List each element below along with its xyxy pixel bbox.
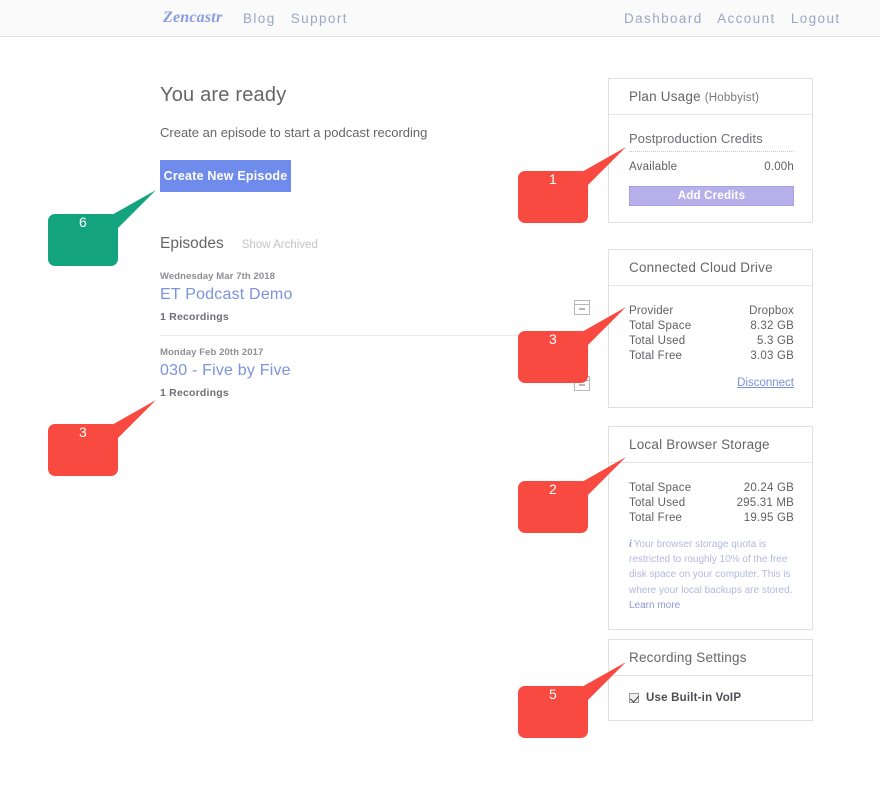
page-subtitle: Create an episode to start a podcast rec… <box>160 125 428 140</box>
callout-number: 5 <box>548 686 558 702</box>
callout-marker-3-cloud: 3 <box>518 305 626 383</box>
local-total-used-value: 295.31 MB <box>736 497 794 509</box>
local-total-space-row: Total Space 20.24 GB <box>629 482 794 494</box>
cloud-total-free-label: Total Free <box>629 350 683 362</box>
nav-left-links: Blog Support <box>243 11 348 26</box>
cloud-total-used-row: Total Used 5.3 GB <box>629 335 794 347</box>
local-total-free-label: Total Free <box>629 512 683 524</box>
local-storage-heading: Local Browser Storage <box>609 427 812 463</box>
cloud-provider-row: Provider Dropbox <box>629 305 794 317</box>
show-archived-toggle[interactable]: Show Archived <box>242 239 318 251</box>
recording-settings-body: Use Built-in VoIP <box>609 676 812 720</box>
episode-recordings-count: 1 Recordings <box>160 387 229 399</box>
local-storage-body: Total Space 20.24 GB Total Used 295.31 M… <box>609 463 812 629</box>
plan-usage-title: Plan Usage <box>629 89 701 104</box>
callout-number: 3 <box>548 331 558 347</box>
top-navigation-bar: Zencastr Blog Support Dashboard Account … <box>0 0 880 37</box>
available-value: 0.00h <box>764 161 794 173</box>
postproduction-credits-label: Postproduction Credits <box>629 131 794 152</box>
storage-note-text: Your browser storage quota is restricted… <box>629 539 793 596</box>
callout-marker-1: 1 <box>518 145 626 223</box>
cloud-drive-heading: Connected Cloud Drive <box>609 250 812 286</box>
nav-link-logout[interactable]: Logout <box>791 11 841 26</box>
create-new-episode-button[interactable]: Create New Episode <box>160 160 291 192</box>
callout-number: 1 <box>548 171 558 187</box>
disconnect-row: Disconnect <box>629 373 794 391</box>
cloud-total-space-value: 8.32 GB <box>750 320 794 332</box>
checkbox-icon[interactable] <box>629 693 639 703</box>
episode-title[interactable]: ET Podcast Demo <box>160 286 590 304</box>
local-total-free-row: Total Free 19.95 GB <box>629 512 794 524</box>
cloud-drive-body: Provider Dropbox Total Space 8.32 GB Tot… <box>609 286 812 407</box>
recording-settings-heading: Recording Settings <box>609 640 812 676</box>
use-builtin-voip-label: Use Built-in VoIP <box>646 692 742 704</box>
callout-marker-2: 2 <box>518 455 626 533</box>
local-total-free-value: 19.95 GB <box>743 512 794 524</box>
cloud-total-free-value: 3.03 GB <box>750 350 794 362</box>
episodes-heading: Episodes <box>160 235 224 252</box>
connected-cloud-drive-panel: Connected Cloud Drive Provider Dropbox T… <box>608 249 813 408</box>
main-content: You are ready Create an episode to start… <box>160 84 590 422</box>
page-title: You are ready <box>160 84 287 106</box>
plan-name-badge: (Hobbyist) <box>704 92 760 104</box>
cloud-total-free-row: Total Free 3.03 GB <box>629 350 794 362</box>
cloud-total-used-label: Total Used <box>629 335 686 347</box>
cloud-total-space-row: Total Space 8.32 GB <box>629 320 794 332</box>
nav-link-blog[interactable]: Blog <box>243 11 276 26</box>
callout-marker-5: 5 <box>518 660 626 738</box>
cloud-total-space-label: Total Space <box>629 320 692 332</box>
local-total-used-label: Total Used <box>629 497 686 509</box>
callout-number: 2 <box>548 481 558 497</box>
cloud-provider-label: Provider <box>629 305 674 317</box>
plan-usage-panel: Plan Usage (Hobbyist) Postproduction Cre… <box>608 78 813 223</box>
disconnect-link[interactable]: Disconnect <box>737 377 794 389</box>
recording-settings-panel: Recording Settings Use Built-in VoIP <box>608 639 813 721</box>
available-credits-row: Available 0.00h <box>629 161 794 173</box>
cloud-provider-value: Dropbox <box>749 305 794 317</box>
callout-marker-6: 6 <box>48 188 156 266</box>
add-credits-button[interactable]: Add Credits <box>629 186 794 206</box>
callout-marker-3-episodes: 3 <box>48 398 156 476</box>
plan-usage-body: Postproduction Credits Available 0.00h A… <box>609 115 812 222</box>
local-browser-storage-panel: Local Browser Storage Total Space 20.24 … <box>608 426 813 630</box>
local-total-space-label: Total Space <box>629 482 692 494</box>
episodes-header: Episodes Show Archived <box>160 235 580 253</box>
zencastr-logo[interactable]: Zencastr <box>163 9 222 27</box>
nav-link-account[interactable]: Account <box>717 11 776 26</box>
callout-number: 3 <box>78 424 88 440</box>
local-total-used-row: Total Used 295.31 MB <box>629 497 794 509</box>
cloud-total-used-value: 5.3 GB <box>757 335 794 347</box>
episode-date: Wednesday Mar 7th 2018 <box>160 271 276 282</box>
storage-info-note: i Your browser storage quota is restricte… <box>629 537 794 613</box>
learn-more-link[interactable]: Learn more <box>629 600 680 611</box>
local-total-space-value: 20.24 GB <box>743 482 794 494</box>
plan-usage-heading: Plan Usage (Hobbyist) <box>609 79 812 115</box>
nav-link-dashboard[interactable]: Dashboard <box>624 11 703 26</box>
callout-number: 6 <box>78 214 88 230</box>
nav-right-links: Dashboard Account Logout <box>624 11 841 26</box>
use-builtin-voip-row[interactable]: Use Built-in VoIP <box>629 692 794 704</box>
available-label: Available <box>629 161 678 173</box>
nav-link-support[interactable]: Support <box>291 11 348 26</box>
info-icon: i <box>629 539 632 550</box>
